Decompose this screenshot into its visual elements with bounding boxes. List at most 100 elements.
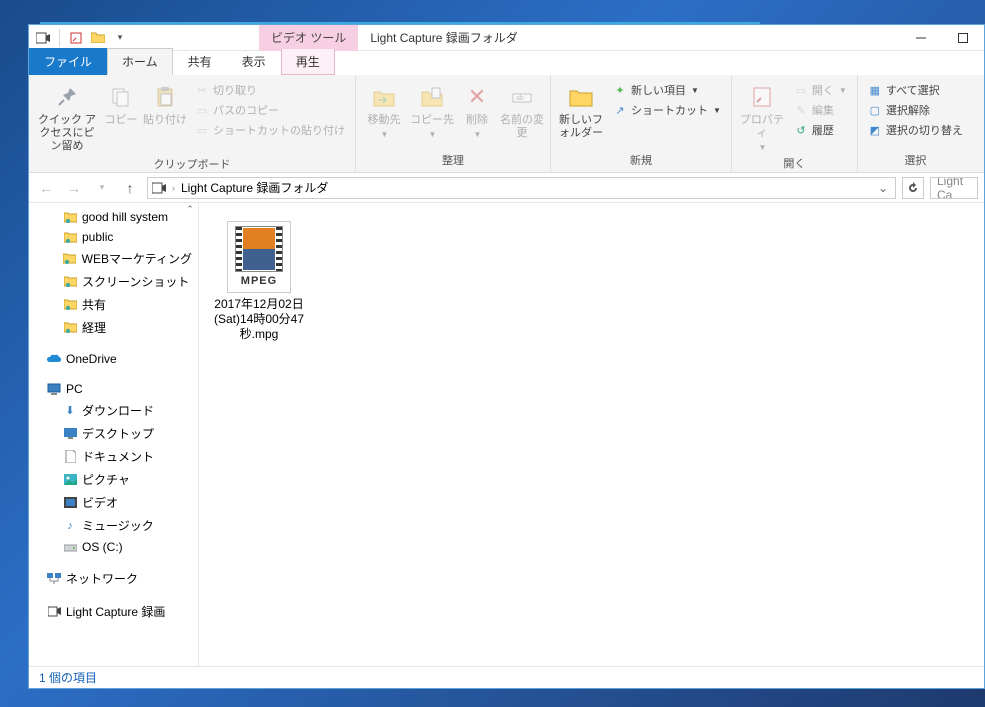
cut-button[interactable]: ✂ 切り取り	[191, 81, 349, 99]
nav-network[interactable]: ネットワーク	[29, 567, 198, 590]
tab-share[interactable]: 共有	[173, 48, 227, 75]
address-bar-row: ← → ▾ ↑ › Light Capture 録画フォルダ ⌄ Light C…	[29, 173, 984, 203]
recent-dropdown[interactable]: ▾	[91, 177, 113, 199]
invert-selection-icon: ◩	[868, 123, 882, 137]
breadcrumb-separator-icon[interactable]: ›	[172, 183, 175, 193]
copy-label: コピー	[105, 114, 138, 127]
shared-folder-icon	[63, 298, 77, 312]
delete-button[interactable]: ✕ 削除 ▼	[458, 79, 496, 140]
open-button[interactable]: ▭ 開く ▼	[790, 81, 851, 99]
download-icon: ⬇	[63, 404, 77, 418]
new-shortcut-button[interactable]: ↗ ショートカット ▼	[609, 101, 725, 119]
ribbon-tabs: ファイル ホーム 共有 表示 再生	[29, 51, 984, 75]
nav-folder-keiri[interactable]: 経理	[29, 316, 198, 339]
nav-scrollbar[interactable]: ⌃	[183, 204, 197, 215]
quick-access-toolbar: ▾	[29, 29, 134, 47]
forward-button[interactable]: →	[63, 177, 85, 199]
nav-folder-public[interactable]: public	[29, 227, 198, 247]
tab-file[interactable]: ファイル	[29, 48, 107, 75]
properties-icon[interactable]	[68, 30, 84, 46]
shared-folder-icon	[63, 275, 77, 289]
svg-text:ab: ab	[516, 95, 524, 102]
pin-quick-access-button[interactable]: クイック アクセスにピン留め	[35, 79, 99, 154]
breadcrumb-current[interactable]: Light Capture 録画フォルダ	[181, 179, 328, 196]
scroll-up-icon[interactable]: ⌃	[186, 204, 194, 215]
group-open: プロパティ ▼ ▭ 開く ▼ ✎ 編集 ↺ 履歴	[732, 75, 858, 172]
new-item-button[interactable]: ✦ 新しい項目 ▼	[609, 81, 725, 99]
new-folder-icon[interactable]	[90, 30, 106, 46]
edit-button[interactable]: ✎ 編集	[790, 101, 851, 119]
nav-onedrive[interactable]: OneDrive	[29, 349, 198, 369]
nav-pc[interactable]: PC	[29, 379, 198, 399]
back-button[interactable]: ←	[35, 177, 57, 199]
qat-dropdown-icon[interactable]: ▾	[112, 30, 128, 46]
select-none-button[interactable]: ▢ 選択解除	[864, 101, 967, 119]
nav-pictures[interactable]: ピクチャ	[29, 468, 198, 491]
group-organize: 移動先 ▼ コピー先 ▼ ✕ 削除 ▼ ab	[356, 75, 551, 172]
copy-button[interactable]: コピー	[103, 79, 139, 127]
delete-label: 削除	[466, 114, 488, 127]
file-item[interactable]: MPEG 2017年12月02日(Sat)14時00分47秒.mpg	[209, 221, 309, 342]
move-to-label: 移動先	[368, 114, 401, 127]
onedrive-icon	[47, 352, 61, 366]
nav-folder-webmarketing[interactable]: WEBマーケティング	[29, 247, 198, 270]
nav-drive-c[interactable]: OS (C:)	[29, 537, 198, 557]
edit-label: 編集	[812, 102, 834, 118]
paste-shortcut-button[interactable]: ▭ ショートカットの貼り付け	[191, 121, 349, 139]
nav-folder-goodhill[interactable]: good hill system	[29, 207, 198, 227]
desktop-icon	[63, 427, 77, 441]
select-none-label: 選択解除	[886, 102, 930, 118]
shortcut-icon: ↗	[613, 103, 627, 117]
copy-to-label: コピー先	[410, 114, 454, 127]
nav-current-folder[interactable]: Light Capture 録画	[29, 600, 198, 623]
select-none-icon: ▢	[868, 103, 882, 117]
refresh-button[interactable]	[902, 177, 924, 199]
select-all-button[interactable]: ▦ すべて選択	[864, 81, 967, 99]
copy-path-button[interactable]: ▭ パスのコピー	[191, 101, 349, 119]
copy-to-button[interactable]: コピー先 ▼	[410, 79, 454, 140]
properties-button[interactable]: プロパティ ▼	[738, 79, 786, 153]
status-item-count: 1 個の項目	[39, 669, 97, 686]
file-list[interactable]: MPEG 2017年12月02日(Sat)14時00分47秒.mpg	[199, 203, 984, 666]
properties-icon	[748, 83, 776, 111]
history-label: 履歴	[812, 122, 834, 138]
cut-label: 切り取り	[213, 82, 257, 98]
tab-play[interactable]: 再生	[281, 49, 335, 75]
address-bar[interactable]: › Light Capture 録画フォルダ ⌄	[147, 177, 896, 199]
nav-desktop[interactable]: デスクトップ	[29, 422, 198, 445]
tab-view[interactable]: 表示	[227, 48, 281, 75]
nav-downloads[interactable]: ⬇ダウンロード	[29, 399, 198, 422]
group-new-label: 新規	[557, 150, 725, 172]
move-to-button[interactable]: 移動先 ▼	[362, 79, 406, 140]
nav-folder-share[interactable]: 共有	[29, 293, 198, 316]
copy-icon	[107, 83, 135, 111]
maximize-button[interactable]	[942, 25, 984, 51]
nav-music[interactable]: ♪ミュージック	[29, 514, 198, 537]
paste-button[interactable]: 貼り付け	[143, 79, 187, 127]
copy-to-icon	[418, 83, 446, 111]
network-icon	[47, 572, 61, 586]
history-button[interactable]: ↺ 履歴	[790, 121, 851, 139]
nav-videos[interactable]: ビデオ	[29, 491, 198, 514]
file-name: 2017年12月02日(Sat)14時00分47秒.mpg	[209, 297, 309, 342]
group-organize-label: 整理	[362, 150, 544, 172]
rename-button[interactable]: ab 名前の変更	[500, 79, 544, 140]
explorer-window: ▾ ビデオ ツール Light Capture 録画フォルダ ファイル ホーム …	[28, 24, 985, 689]
rename-icon: ab	[508, 83, 536, 111]
document-icon	[63, 450, 77, 464]
address-dropdown-icon[interactable]: ⌄	[875, 181, 891, 195]
rename-label: 名前の変更	[500, 114, 544, 140]
invert-selection-button[interactable]: ◩ 選択の切り替え	[864, 121, 967, 139]
contextual-tab-label: ビデオ ツール	[259, 25, 358, 51]
up-button[interactable]: ↑	[119, 177, 141, 199]
nav-documents[interactable]: ドキュメント	[29, 445, 198, 468]
shared-folder-icon	[63, 252, 77, 266]
group-select-label: 選択	[864, 150, 967, 172]
new-folder-button[interactable]: 新しいフォルダー	[557, 79, 605, 140]
search-input[interactable]: Light Ca	[930, 177, 978, 199]
nav-folder-screenshot[interactable]: スクリーンショット	[29, 270, 198, 293]
navigation-pane[interactable]: ⌃ good hill system public WEBマーケティング スクリ…	[29, 203, 199, 666]
tab-home[interactable]: ホーム	[107, 48, 173, 75]
minimize-button[interactable]	[900, 25, 942, 51]
picture-icon	[63, 473, 77, 487]
